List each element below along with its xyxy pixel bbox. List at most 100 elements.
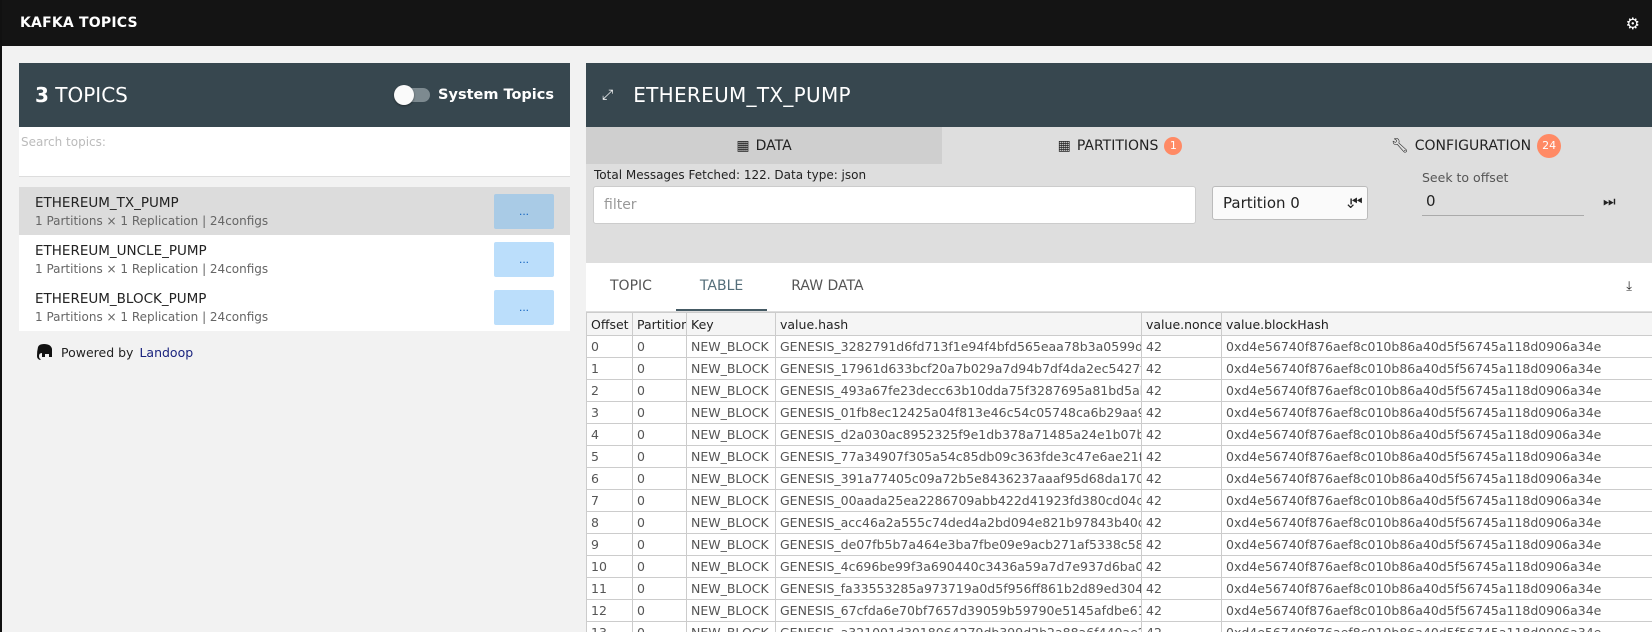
table-cell: 42 [1141,335,1222,358]
tab-configuration-label: CONFIGURATION [1414,137,1532,154]
column-header[interactable]: value.hash [775,312,1142,336]
table-cell: NEW_BLOCK [686,489,776,512]
table-cell: 3 [586,401,633,424]
table-row[interactable]: 0 0 NEW_BLOCK GENESIS_3282791d6fd713f1e94f4… [586,335,1652,358]
topic-name: ETHEREUM_TX_PUMP [35,194,179,211]
toggle-switch[interactable] [394,85,431,105]
table-cell: 0 [632,423,687,446]
table-cell: GENESIS_17961d633bcf20a7b029a7d94b7df4da… [775,357,1142,380]
messages-table: Offset Partition Key value.hash value.nonce v… [586,312,1652,632]
table-cell: GENESIS_77a34907f305a54c85db09c363fde3c4… [775,445,1142,468]
table-cell: NEW_BLOCK [686,379,776,402]
table-cell: 5 [586,445,633,468]
table-row[interactable]: 7 0 NEW_BLOCK GENESIS_00aada25ea2286709abb4… [586,489,1652,512]
table-cell: 0xd4e56740f876aef8c010b86a40d5f56745a118… [1221,489,1652,512]
table-cell: 7 [586,489,633,512]
topics-header: 3 TOPICS System Topics [19,63,570,127]
system-topics-toggle[interactable]: System Topics [394,85,554,105]
topic-detail-panel: ⤢ ETHEREUM_TX_PUMP ▦ DATA ▦ PARTITIONS 1… [586,63,1652,632]
table-row[interactable]: 130NEW_BLOCKGENESIS_a321091d3018064279db… [586,621,1652,632]
elephant-logo-icon [37,344,52,360]
table-cell: 42 [1141,489,1222,512]
column-header[interactable]: Partition [632,312,687,336]
search-input[interactable] [21,135,568,149]
table-cell: 0xd4e56740f876aef8c010b86a40d5f56745a118… [1221,555,1652,578]
topic-actions-button[interactable]: ... [494,289,554,325]
table-cell: GENESIS_493a67fe23decc63b10dda75f3287695… [775,379,1142,402]
tab-partitions[interactable]: ▦ PARTITIONS 1 [942,127,1298,164]
column-header[interactable]: value.blockHash [1221,312,1652,336]
table-cell: 0xd4e56740f876aef8c010b86a40d5f56745a118… [1221,445,1652,468]
column-header[interactable]: value.nonce [1141,312,1222,336]
expand-icon[interactable]: ⤢ [602,87,613,103]
table-row[interactable]: 8 0 NEW_BLOCK GENESIS_acc46a2a555c74ded4a2b… [586,511,1652,534]
table-row[interactable]: 2 0 NEW_BLOCK GENESIS_493a67fe23decc63b10dd… [586,379,1652,402]
table-cell: 42 [1141,467,1222,490]
table-cell: 9 [586,533,633,556]
column-header[interactable]: Offset [586,312,633,336]
table-row[interactable]: 3 0 NEW_BLOCK GENESIS_01fb8ec12425a04f813e4… [586,401,1652,424]
table-cell: 0xd4e56740f876aef8c010b86a40d5f56745a118… [1221,423,1652,446]
table-cell: 13 [586,621,633,632]
table-cell: 10 [586,555,633,578]
table-cell: 0 [632,357,687,380]
table-cell: NEW_BLOCK [686,335,776,358]
subtab-table[interactable]: TABLE [675,278,768,311]
topic-actions-button[interactable]: ... [494,193,554,229]
table-row[interactable]: 5 0 NEW_BLOCK GENESIS_77a34907f305a54c85db0… [586,445,1652,468]
table-cell: GENESIS_fa33553285a973719a0d5f956ff861b2… [775,577,1142,600]
table-cell: NEW_BLOCK [686,599,776,622]
table-cell: 0 [632,511,687,534]
app-title: KAFKA TOPICS [20,15,138,31]
subtab-raw-data[interactable]: RAW DATA [767,278,887,311]
table-cell: 0xd4e56740f876aef8c010b86a40d5f56745a118… [1221,401,1652,424]
table-row[interactable]: 9 0 NEW_BLOCK GENESIS_de07fb5b7a464e3ba7fbe… [586,533,1652,556]
tab-configuration[interactable]: 🔧︎ CONFIGURATION 24 [1298,127,1652,164]
search-box [19,127,570,177]
table-cell: 8 [586,511,633,534]
landoop-link[interactable]: Landoop [139,345,193,360]
table-cell: NEW_BLOCK [686,423,776,446]
table-cell: NEW_BLOCK [686,621,776,632]
partition-select[interactable]: Partition 0 ⌄ [1212,186,1368,220]
seek-offset-input[interactable]: 0 [1422,188,1584,216]
table-cell: 0 [586,335,633,358]
table-cell: GENESIS_3282791d6fd713f1e94f4bfd565eaa78… [775,335,1142,358]
skip-first-icon[interactable]: ⏮ [1350,194,1363,210]
table-cell: 42 [1141,599,1222,622]
filter-input[interactable]: filter [593,186,1196,224]
gear-icon[interactable]: ⚙ [1626,14,1640,33]
topic-item[interactable]: ETHEREUM_UNCLE_PUMP 1 Partitions × 1 Rep… [19,235,570,283]
topics-count-label: TOPICS [55,83,128,107]
table-cell: 42 [1141,555,1222,578]
table-cell: 0 [632,335,687,358]
table-cell: GENESIS_de07fb5b7a464e3ba7fbe09e9acb271a… [775,533,1142,556]
subtab-topic[interactable]: TOPIC [586,278,676,311]
table-cell: NEW_BLOCK [686,533,776,556]
table-row[interactable]: 1 0 NEW_BLOCK GENESIS_17961d633bcf20a7b029a… [586,357,1652,380]
table-cell: 0 [632,379,687,402]
table-cell: 0 [632,555,687,578]
table-row[interactable]: 11 0 NEW_BLOCK GENESIS_fa33553285a973719a0d… [586,577,1652,600]
table-cell: 0xd4e56740f876aef8c010b86a40d5f56745a118… [1221,357,1652,380]
table-row[interactable]: 10 0 NEW_BLOCK GENESIS_4c696be99f3a690440c3… [586,555,1652,578]
download-icon[interactable]: ⤓ [1626,279,1632,294]
table-row[interactable]: 4 0 NEW_BLOCK GENESIS_d2a030ac8952325f9e1db… [586,423,1652,446]
fetched-status: Total Messages Fetched: 122. Data type: … [594,168,867,182]
tab-data[interactable]: ▦ DATA [586,127,942,164]
topic-item[interactable]: ETHEREUM_BLOCK_PUMP 1 Partitions × 1 Rep… [19,283,570,331]
topic-actions-button[interactable]: ... [494,241,554,277]
table-cell: 42 [1141,445,1222,468]
skip-last-icon[interactable]: ⏭ [1603,194,1616,210]
wrench-icon: 🔧︎ [1390,137,1409,154]
configuration-badge: 24 [1537,133,1562,158]
topic-meta: 1 Partitions × 1 Replication | 24configs [35,261,269,276]
topic-item[interactable]: ETHEREUM_TX_PUMP 1 Partitions × 1 Replic… [19,187,570,235]
table-row[interactable]: 6 0 NEW_BLOCK GENESIS_391a77405c09a72b5e843… [586,467,1652,490]
table-cell: GENESIS_acc46a2a555c74ded4a2bd094e821b97… [775,511,1142,534]
table-row[interactable]: 12 0 NEW_BLOCK GENESIS_67cfda6e70bf7657d390… [586,599,1652,622]
powered-by: Powered by Landoop [19,343,570,361]
table-cell: 42 [1141,577,1222,600]
table-cell: 0 [632,577,687,600]
column-header[interactable]: Key [686,312,776,336]
